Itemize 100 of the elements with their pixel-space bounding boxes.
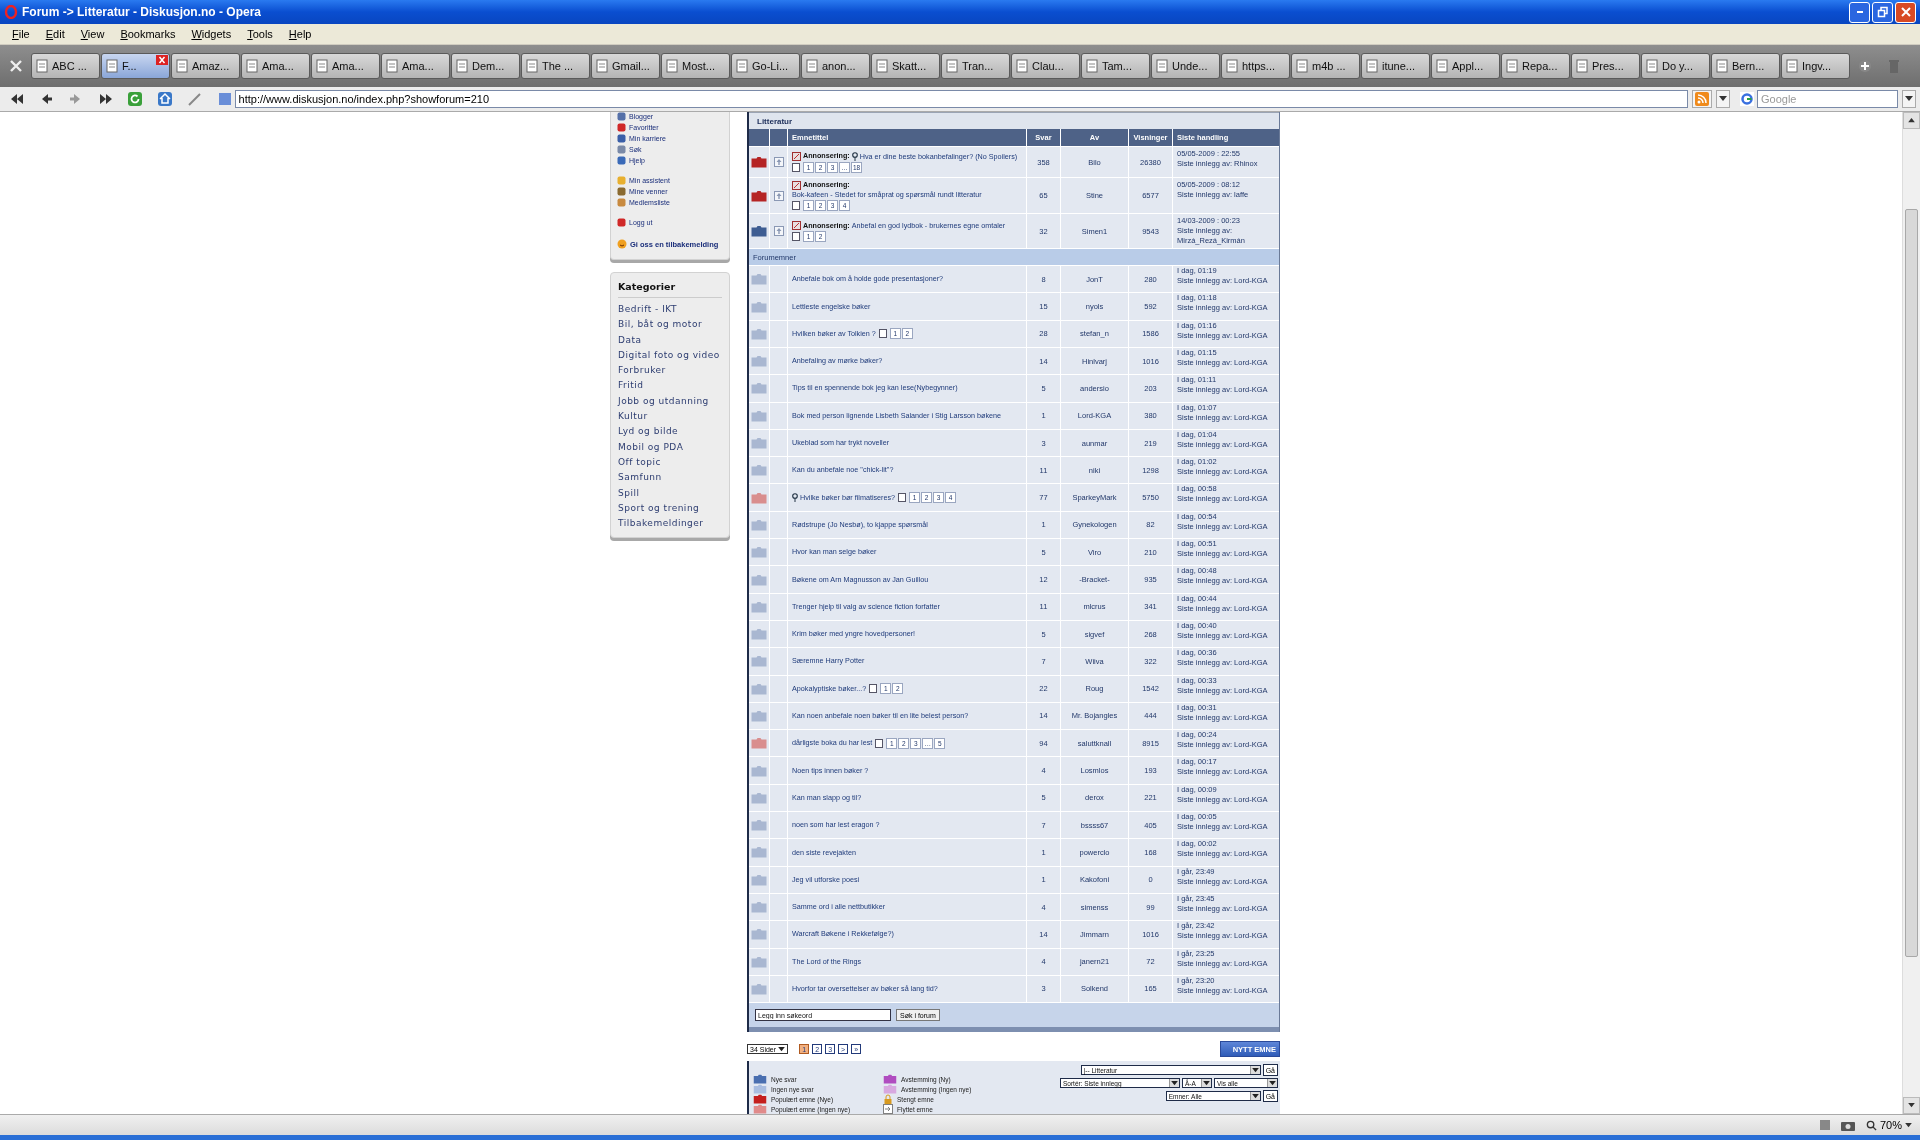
category-link[interactable]: Bedrift - IKT xyxy=(618,302,722,318)
browser-tab[interactable]: Unde... xyxy=(1151,53,1220,79)
page-icon xyxy=(1085,59,1099,73)
menu-item[interactable]: Help xyxy=(280,28,320,40)
category-link[interactable]: Data xyxy=(618,332,722,348)
minimize-icon xyxy=(1856,11,1863,13)
search-engine-icon xyxy=(1740,92,1754,106)
caret-icon xyxy=(1905,96,1913,102)
page-icon xyxy=(455,59,469,73)
browser-tab[interactable]: Most... xyxy=(661,53,730,79)
menu-item[interactable]: File xyxy=(4,28,38,40)
browser-tab[interactable]: Tran... xyxy=(941,53,1010,79)
minimize-button[interactable] xyxy=(1849,1,1870,23)
close-icon[interactable] xyxy=(156,55,168,65)
browser-tab[interactable]: Tam... xyxy=(1081,53,1150,79)
browser-tab[interactable]: Go-Li... xyxy=(731,53,800,79)
page-icon xyxy=(875,59,889,73)
zoom-control[interactable]: 70% xyxy=(1863,1119,1914,1131)
browser-tab[interactable]: Ama... xyxy=(241,53,310,79)
menu-item[interactable]: Edit xyxy=(37,28,73,40)
page-icon xyxy=(1715,59,1729,73)
category-link[interactable]: Kultur xyxy=(618,409,722,425)
panel-icon[interactable] xyxy=(1817,1118,1832,1132)
close-button[interactable] xyxy=(1895,1,1916,23)
browser-tab[interactable]: Ama... xyxy=(381,53,450,79)
search-field[interactable]: Google xyxy=(1757,90,1898,108)
browser-tab[interactable]: Appl... xyxy=(1431,53,1500,79)
scroll-up-button[interactable] xyxy=(1903,112,1920,129)
down-arrow-icon xyxy=(1908,1103,1915,1108)
browser-tab[interactable]: Ama... xyxy=(311,53,380,79)
category-link[interactable]: Sport og trening xyxy=(618,500,722,517)
browser-tab[interactable]: m4b ... xyxy=(1291,53,1360,79)
dropdown-button[interactable] xyxy=(1716,90,1730,108)
page-icon xyxy=(735,59,749,73)
browser-tab[interactable]: itune... xyxy=(1361,53,1430,79)
pages-icon xyxy=(792,162,800,172)
scroll-down-button[interactable] xyxy=(1903,1097,1920,1114)
page-icon xyxy=(245,59,259,73)
browser-tab[interactable]: Bern... xyxy=(1711,53,1780,79)
announcement-icon xyxy=(792,221,801,231)
browser-tab[interactable]: ABC ... xyxy=(31,53,100,79)
browser-tab[interactable]: https... xyxy=(1221,53,1290,79)
menu-item[interactable]: View xyxy=(72,28,113,40)
caret-icon xyxy=(1269,1080,1276,1086)
pages-icon xyxy=(792,201,800,211)
tools-icon xyxy=(8,58,24,74)
browser-tab[interactable]: The ... xyxy=(521,53,590,79)
header-cell xyxy=(749,129,769,146)
sticky-icon xyxy=(773,190,784,201)
trash-icon xyxy=(1888,58,1900,74)
browser-tab[interactable]: Gmail... xyxy=(591,53,660,79)
browser-tab[interactable]: Repa... xyxy=(1501,53,1570,79)
pages-icon xyxy=(878,329,887,339)
category-link[interactable]: Digital foto og video xyxy=(618,347,722,364)
category-link[interactable]: Samfunn xyxy=(618,470,722,486)
link-icon xyxy=(617,218,626,227)
browser-tab[interactable]: anon... xyxy=(801,53,870,79)
page-icon xyxy=(1435,59,1449,73)
search-engine-button[interactable] xyxy=(1902,90,1916,108)
page-icon xyxy=(385,59,399,73)
menu-item[interactable]: Bookmarks xyxy=(112,28,184,40)
category-link[interactable]: Off topic xyxy=(618,454,722,471)
caret-icon xyxy=(1251,1067,1259,1073)
pages-icon xyxy=(898,493,907,503)
sticky-icon xyxy=(773,226,784,237)
scrollbar-thumb[interactable] xyxy=(1905,209,1918,957)
header-cell xyxy=(770,129,787,146)
up-arrow-icon xyxy=(1908,118,1915,123)
app-icon xyxy=(4,5,18,19)
browser-tab[interactable]: Clau... xyxy=(1011,53,1080,79)
category-link[interactable]: Mobil og PDA xyxy=(618,439,722,455)
page-icon xyxy=(105,59,119,73)
smiley-icon xyxy=(617,239,627,249)
browser-tab[interactable]: F... xyxy=(101,53,170,79)
caret-icon xyxy=(1171,1080,1178,1086)
category-link[interactable]: Spill xyxy=(618,485,722,501)
reload-icon xyxy=(127,91,144,107)
category-link[interactable]: Tilbakemeldinger xyxy=(618,516,722,532)
category-link[interactable]: Bil, båt og motor xyxy=(618,317,722,333)
browser-tab[interactable]: Dem... xyxy=(451,53,520,79)
pages-icon xyxy=(792,231,800,241)
browser-tab[interactable]: Ingv... xyxy=(1781,53,1850,79)
browser-tab[interactable]: Pres... xyxy=(1571,53,1640,79)
restore-button[interactable] xyxy=(1872,1,1893,23)
browser-tab[interactable]: Skatt... xyxy=(871,53,940,79)
address-field[interactable]: http://www.diskusjon.no/index.php?showforum=210 xyxy=(234,90,1688,108)
category-link[interactable]: Jobb og utdanning xyxy=(618,393,722,410)
category-link[interactable]: Forbruker xyxy=(618,363,722,379)
menu-item[interactable]: Widgets xyxy=(183,28,240,40)
browser-tab[interactable]: Amaz... xyxy=(171,53,240,79)
scrollbar[interactable] xyxy=(1902,112,1920,1114)
category-link[interactable]: Fritid xyxy=(618,378,722,394)
page-icon xyxy=(945,59,959,73)
sticky-icon xyxy=(773,157,784,167)
window-title: Forum -> Litteratur - Diskusjon.no - Opera xyxy=(22,5,262,19)
panel-title: Kategorier xyxy=(618,281,722,298)
menu-item[interactable]: Tools xyxy=(239,28,281,40)
close-icon xyxy=(1899,6,1912,18)
browser-tab[interactable]: Do y... xyxy=(1641,53,1710,79)
category-link[interactable]: Lyd og bilde xyxy=(618,424,722,440)
